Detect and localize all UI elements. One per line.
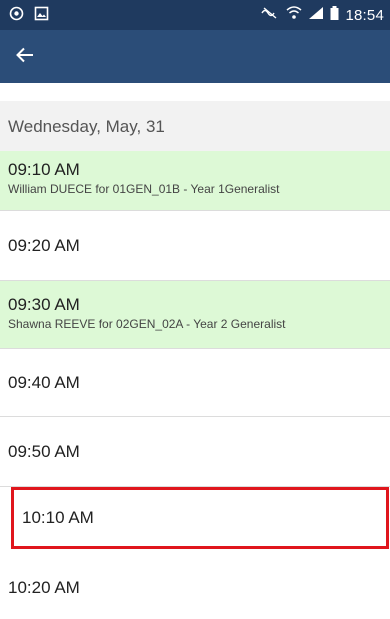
date-header: Wednesday, May, 31 (0, 101, 390, 152)
time-slot[interactable]: 09:30 AM Shawna REEVE for 02GEN_02A - Ye… (0, 281, 390, 349)
arrow-left-icon (16, 47, 34, 68)
time-slot-highlighted[interactable]: 10:10 AM (11, 487, 389, 549)
image-icon (34, 6, 49, 26)
slot-time: 10:20 AM (8, 578, 80, 597)
slot-time: 09:40 AM (8, 373, 80, 392)
muted-icon (260, 6, 280, 24)
slot-detail: William DUECE for 01GEN_01B - Year 1Gene… (8, 182, 280, 196)
battery-icon (330, 6, 339, 24)
slot-time: 09:50 AM (8, 442, 80, 461)
status-left-icons (9, 6, 49, 26)
status-time: 18:54 (345, 6, 384, 24)
slot-time: 10:10 AM (22, 508, 94, 527)
slot-detail: Shawna REEVE for 02GEN_02A - Year 2 Gene… (8, 317, 286, 331)
back-button[interactable] (4, 36, 46, 78)
settings-circle-icon (9, 6, 24, 26)
date-label: Wednesday, May, 31 (8, 117, 165, 136)
time-slot[interactable]: 09:20 AM (0, 211, 390, 281)
time-slot[interactable]: 09:50 AM (0, 417, 390, 487)
wifi-icon (286, 6, 302, 24)
slot-time: 09:10 AM (8, 160, 80, 179)
slot-time: 09:20 AM (8, 236, 80, 255)
app-bar (0, 30, 390, 83)
time-slot[interactable]: 10:20 AM (0, 551, 390, 619)
time-slot[interactable]: 09:10 AM William DUECE for 01GEN_01B - Y… (0, 151, 390, 211)
status-right-icons: 18:54 (260, 6, 384, 24)
status-bar: 18:54 (0, 0, 390, 30)
slot-time: 09:30 AM (8, 295, 80, 314)
time-slot[interactable]: 09:40 AM (0, 349, 390, 417)
schedule-list: Wednesday, May, 31 09:10 AM William DUEC… (0, 83, 390, 619)
signal-icon (308, 6, 324, 24)
